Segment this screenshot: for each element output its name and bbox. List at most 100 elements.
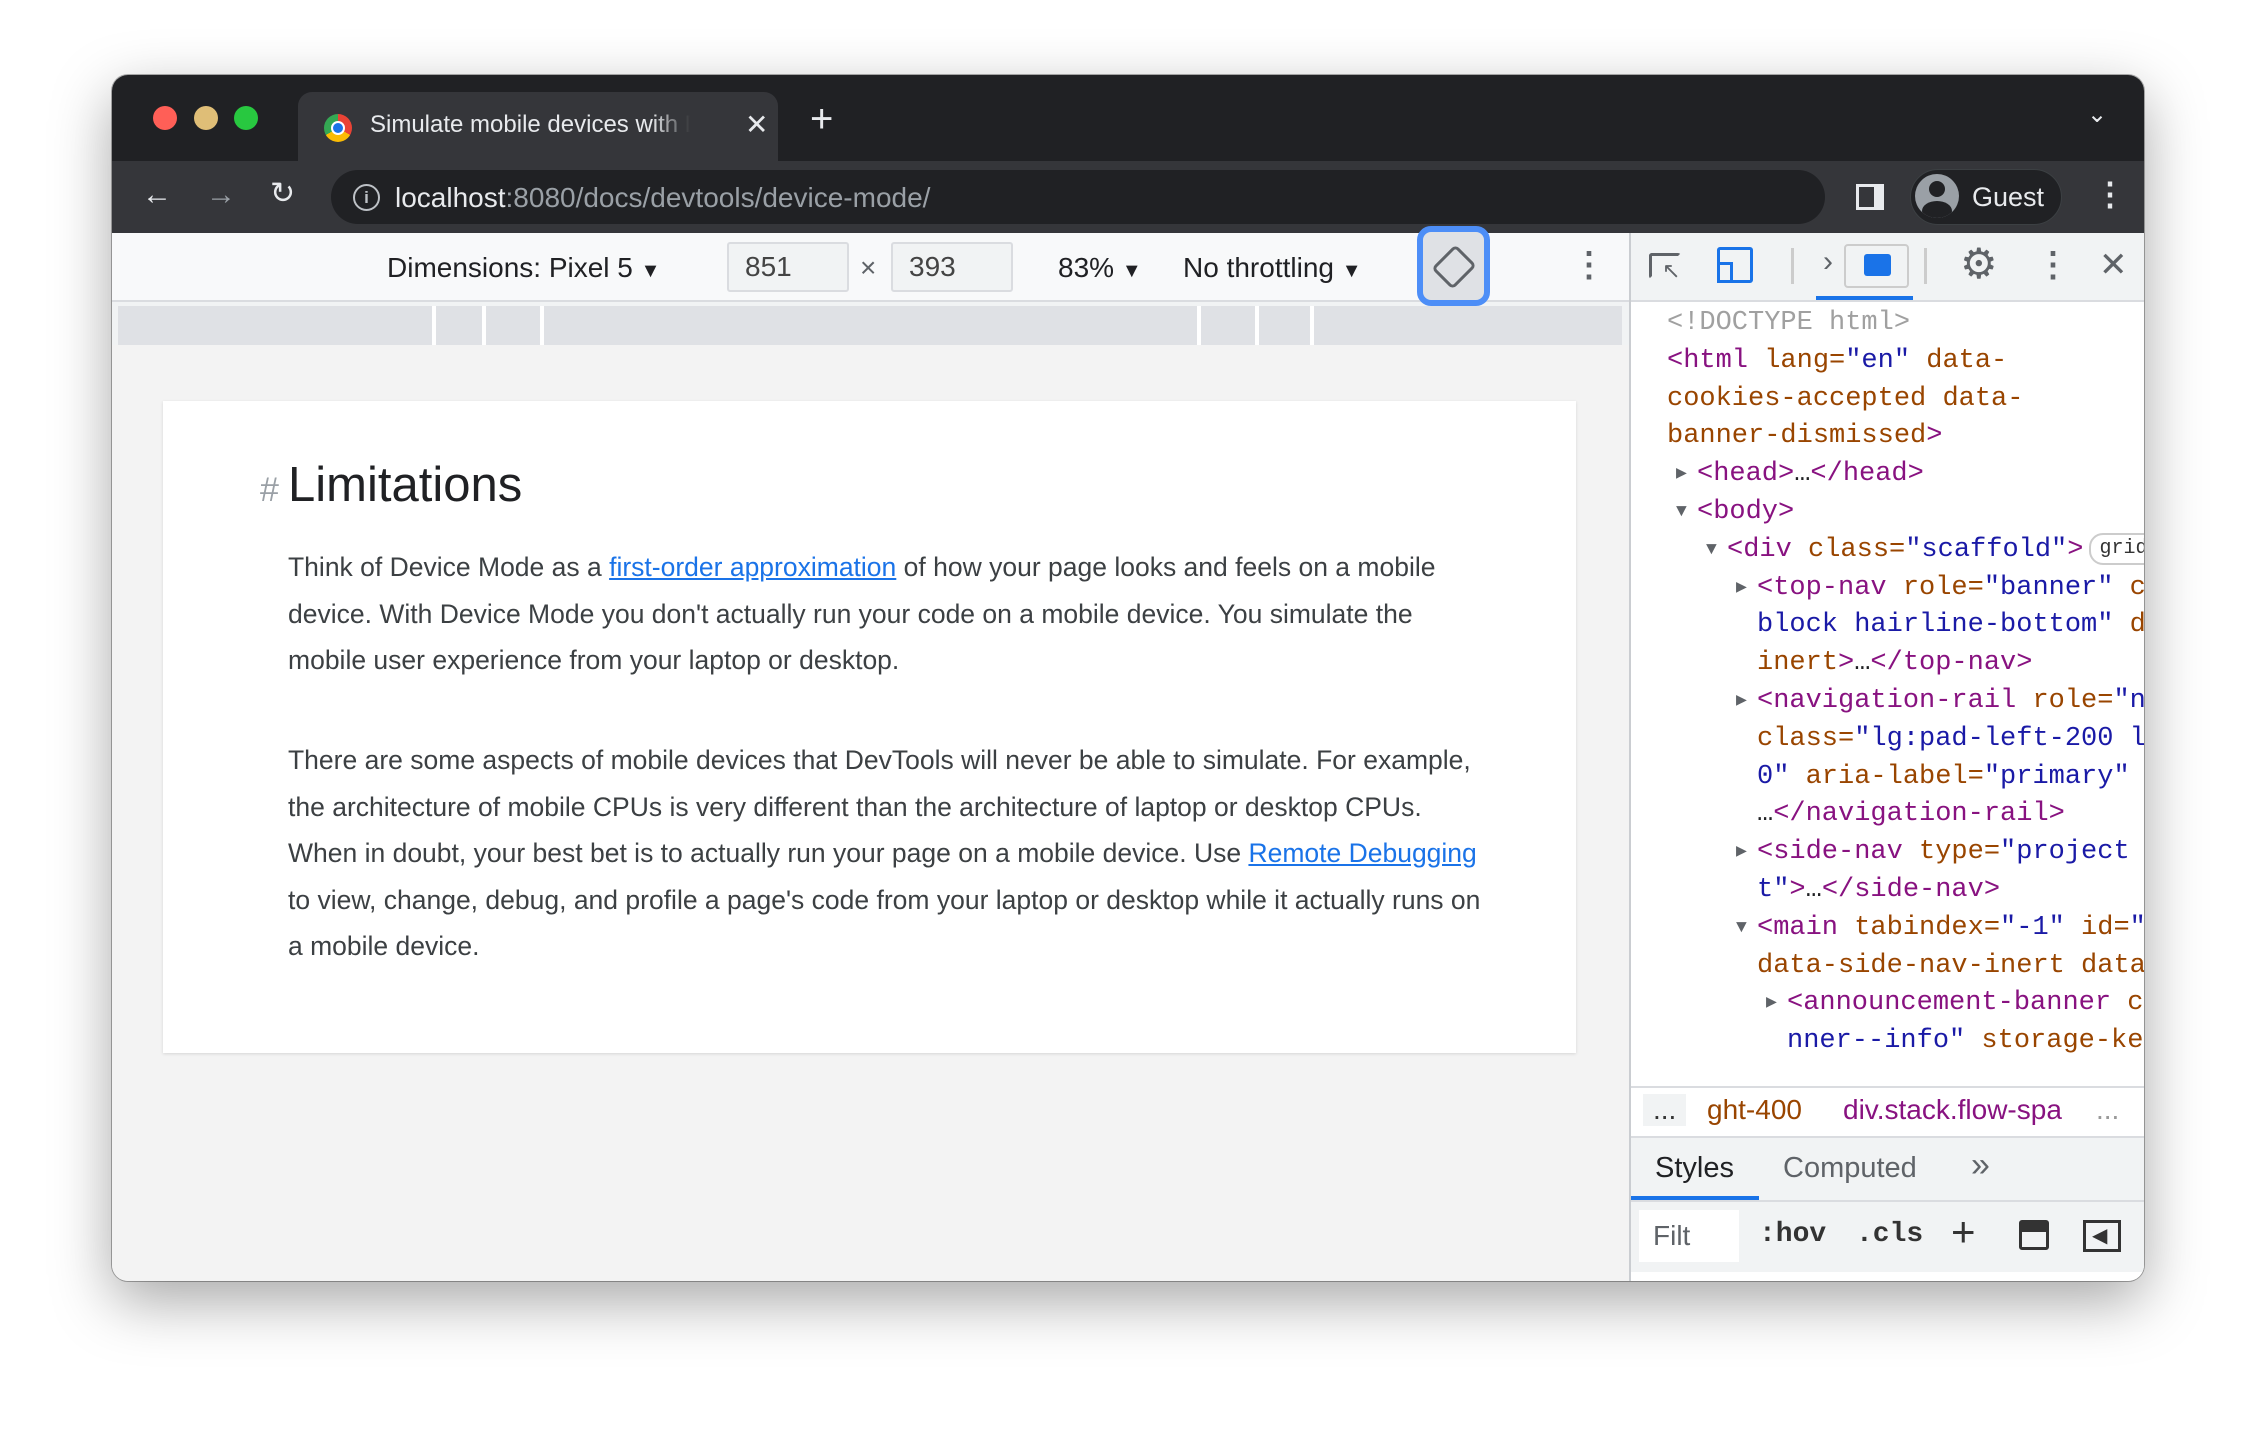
dom-node-line[interactable]: ▶ <head>…</head> bbox=[1676, 455, 1924, 493]
breadcrumb-item[interactable]: ght-400 bbox=[1707, 1094, 1802, 1126]
dom-node-line[interactable]: <!DOCTYPE html> bbox=[1667, 304, 1910, 342]
devtools-panel: ↖ › ⚙ ⋮ ✕ <!DOCTYPE html> <html lang="en"… bbox=[1629, 233, 2144, 1281]
expand-down-icon[interactable]: ▼ bbox=[1736, 909, 1747, 947]
dom-node-line[interactable]: class="lg:pad-left-200 l bbox=[1757, 720, 2144, 758]
dom-node-line[interactable]: cookies-accepted data- bbox=[1667, 380, 2023, 418]
rotate-button[interactable] bbox=[1417, 226, 1490, 306]
remote-debugging-link[interactable]: Remote Debugging bbox=[1248, 838, 1476, 868]
expand-right-icon[interactable]: ▶ bbox=[1736, 569, 1747, 607]
first-order-approximation-link[interactable]: first-order approximation bbox=[609, 552, 896, 582]
more-tabs-icon[interactable]: » bbox=[1971, 1146, 1990, 1185]
omnibox[interactable]: i localhost:8080/docs/devtools/device-mo… bbox=[331, 170, 1825, 224]
code-token: </top-nav> bbox=[1870, 648, 2033, 679]
hov-button[interactable]: :hov bbox=[1759, 1218, 1826, 1252]
expand-right-icon[interactable]: ▶ bbox=[1676, 455, 1687, 493]
inspect-element-icon[interactable]: ↖ bbox=[1649, 253, 1681, 283]
expand-down-icon[interactable]: ▼ bbox=[1676, 493, 1687, 531]
message-icon bbox=[1864, 254, 1891, 276]
dropdown-arrow-icon: ▼ bbox=[640, 260, 661, 282]
device-toggle-icon[interactable] bbox=[1717, 247, 1753, 283]
code-token: > bbox=[1789, 875, 1806, 905]
zoom-dropdown[interactable]: 83% ▼ bbox=[1058, 252, 1142, 284]
device-toolbar-menu-icon[interactable]: ⋮ bbox=[1572, 245, 1606, 285]
maximize-window-button[interactable] bbox=[234, 106, 258, 130]
close-devtools-icon[interactable]: ✕ bbox=[2099, 245, 2128, 285]
tab-strip: Simulate mobile devices with DevTools ✕ … bbox=[112, 75, 2144, 162]
reload-icon[interactable]: ↻ bbox=[270, 179, 295, 209]
breadcrumb-item[interactable]: div.stack.flow-spa bbox=[1843, 1094, 2078, 1126]
dom-node-line[interactable]: nner--info" storage-ke bbox=[1787, 1022, 2143, 1060]
code-token: <!DOCTYPE html> bbox=[1667, 308, 1911, 338]
code-token: role= bbox=[1886, 572, 1984, 603]
times-label: × bbox=[860, 252, 877, 283]
cls-button[interactable]: .cls bbox=[1856, 1218, 1923, 1252]
code-token: <head> bbox=[1697, 459, 1795, 490]
grid-badge[interactable]: grid bbox=[2089, 532, 2144, 565]
heading-anchor-link[interactable]: # bbox=[260, 471, 279, 510]
breadcrumb: ... ght-400 div.stack.flow-spa ... bbox=[1631, 1086, 2144, 1138]
dom-node-line[interactable]: 0" aria-label="primary" bbox=[1757, 758, 2130, 796]
elements-tree[interactable]: <!DOCTYPE html> <html lang="en" data-cook… bbox=[1631, 304, 2144, 1086]
dom-node-line[interactable]: t">…</side-nav> bbox=[1757, 871, 2000, 909]
new-style-rule-button[interactable]: + bbox=[1951, 1208, 1976, 1256]
chevron-down-icon[interactable]: ⌄ bbox=[2087, 103, 2107, 127]
filter-input[interactable] bbox=[1639, 1210, 1739, 1262]
tab-computed[interactable]: Computed bbox=[1783, 1152, 1917, 1185]
more-tabs-icon[interactable]: › bbox=[1823, 245, 1833, 279]
expand-right-icon[interactable]: ▶ bbox=[1736, 833, 1747, 871]
back-icon[interactable]: ← bbox=[142, 180, 172, 210]
devtools-toolbar: ↖ › ⚙ ⋮ ✕ bbox=[1631, 233, 2144, 302]
tab-styles[interactable]: Styles bbox=[1655, 1152, 1734, 1185]
code-token: class= bbox=[1791, 534, 1906, 565]
paragraph-1: Think of Device Mode as a first-order ap… bbox=[288, 544, 1488, 684]
dom-node-line[interactable]: ▶ <announcement-banner c bbox=[1766, 984, 2143, 1022]
width-input[interactable] bbox=[727, 242, 849, 292]
profile-button[interactable]: Guest bbox=[1910, 169, 2062, 225]
dom-node-line[interactable]: banner-dismissed> bbox=[1667, 417, 1942, 455]
dom-node-line[interactable]: …</navigation-rail> bbox=[1757, 795, 2065, 833]
close-window-button[interactable] bbox=[153, 106, 177, 130]
code-token: … bbox=[1854, 648, 1871, 679]
info-icon[interactable]: i bbox=[353, 184, 380, 211]
forward-icon[interactable]: → bbox=[206, 180, 236, 210]
active-tab-indicator bbox=[1816, 296, 1913, 300]
dimensions-dropdown[interactable]: Dimensions: Pixel 5 ▼ bbox=[387, 252, 660, 284]
breadcrumb-scroll-right[interactable]: ... bbox=[2096, 1094, 2119, 1126]
tab-active[interactable]: Simulate mobile devices with DevTools ✕ bbox=[298, 92, 778, 162]
side-panel-icon[interactable] bbox=[1856, 184, 1884, 210]
browser-window: Simulate mobile devices with DevTools ✕ … bbox=[112, 75, 2144, 1281]
dom-node-line[interactable]: block hairline-bottom" d bbox=[1757, 606, 2144, 644]
dom-node-line[interactable]: ▼ <div class="scaffold"> grid bbox=[1706, 531, 2144, 569]
code-token: t" bbox=[1757, 875, 1790, 905]
dom-node-line[interactable]: <html lang="en" data- bbox=[1667, 342, 2007, 380]
dropdown-arrow-icon: ▼ bbox=[1121, 260, 1142, 282]
url-text[interactable]: localhost:8080/docs/devtools/device-mode… bbox=[395, 182, 930, 214]
dom-node-line[interactable]: ▶ <side-nav type="project bbox=[1736, 833, 2130, 871]
height-input[interactable] bbox=[891, 242, 1013, 292]
dom-node-line[interactable]: data-side-nav-inert data bbox=[1757, 947, 2144, 985]
code-token: block hairline-bottom" bbox=[1757, 610, 2114, 641]
expand-down-icon[interactable]: ▼ bbox=[1706, 531, 1717, 569]
expand-right-icon[interactable]: ▶ bbox=[1766, 984, 1777, 1022]
throttling-dropdown[interactable]: No throttling ▼ bbox=[1183, 252, 1362, 284]
close-tab-icon[interactable]: ✕ bbox=[745, 111, 768, 139]
dom-node-line[interactable]: inert>…</top-nav> bbox=[1757, 644, 2032, 682]
paint-brush-icon[interactable] bbox=[2019, 1220, 2049, 1250]
breadcrumb-scroll-left[interactable]: ... bbox=[1643, 1094, 1687, 1126]
issues-tab[interactable] bbox=[1844, 244, 1909, 288]
minimize-window-button[interactable] bbox=[194, 106, 218, 130]
dom-node-line[interactable]: ▼ <body> bbox=[1676, 493, 1794, 531]
devtools-menu-icon[interactable]: ⋮ bbox=[2036, 245, 2070, 285]
toggle-sidebar-icon[interactable]: ◀ bbox=[2083, 1220, 2121, 1252]
dom-node-line[interactable]: ▶ <navigation-rail role="n bbox=[1736, 682, 2144, 720]
gear-icon[interactable]: ⚙ bbox=[1960, 239, 1998, 288]
ruler-divider bbox=[1197, 306, 1201, 345]
new-tab-icon[interactable]: + bbox=[810, 99, 833, 139]
expand-right-icon[interactable]: ▶ bbox=[1736, 682, 1747, 720]
dom-node-line[interactable]: ▶ <top-nav role="banner" c bbox=[1736, 569, 2144, 607]
media-query-bar[interactable] bbox=[118, 306, 1622, 345]
dom-node-line[interactable]: ▼ <main tabindex="-1" id=" bbox=[1736, 909, 2144, 947]
code-token: id= bbox=[2064, 912, 2130, 943]
browser-menu-icon[interactable]: ⋮ bbox=[2094, 178, 2126, 210]
text: Think of Device Mode as a bbox=[288, 552, 610, 582]
